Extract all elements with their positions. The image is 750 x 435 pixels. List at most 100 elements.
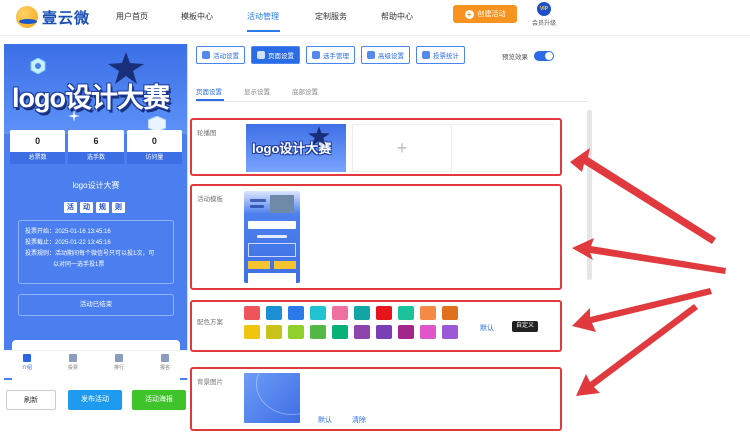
rules-char: 活 (64, 202, 77, 213)
preview-actions: 刷新 发布活动 活动海报 (0, 390, 190, 410)
color-swatch[interactable] (376, 325, 392, 339)
bar-chart-icon (422, 51, 430, 59)
color-swatch[interactable] (310, 306, 326, 320)
page-settings-button[interactable]: 页面设置 (251, 46, 300, 64)
poster-button[interactable]: 活动海报 (132, 390, 186, 410)
color-scheme-label: 配色方案 (197, 319, 223, 326)
color-swatch[interactable] (398, 325, 414, 339)
color-swatch[interactable] (376, 306, 392, 320)
template-label: 活动模板 (197, 196, 223, 203)
subtab-active-indicator (196, 99, 224, 101)
carousel-empty-slot (454, 124, 554, 172)
players-manage-button[interactable]: 选手管理 (306, 46, 355, 64)
create-activity-button[interactable]: + 创建活动 (453, 5, 517, 23)
refresh-button[interactable]: 刷新 (6, 390, 56, 410)
background-section: 背景图片 默认 清除 (190, 367, 562, 431)
template-line (257, 235, 287, 238)
background-clear-link[interactable]: 清除 (352, 415, 366, 425)
template-thumbnail[interactable] (244, 191, 300, 283)
template-button (274, 261, 296, 269)
color-swatch[interactable] (420, 325, 436, 339)
stat-visits: 0 访问量 (126, 130, 182, 164)
background-default-link[interactable]: 默认 (318, 415, 332, 425)
tab-intro[interactable]: 介绍 (4, 351, 50, 378)
tab-vote[interactable]: 投票 (50, 351, 96, 378)
rules-box: 投票开始：2025-01-16 13:45:16 投票截止：2025-01-22… (18, 220, 174, 284)
button-label: 高级设置 (378, 53, 404, 60)
flag-icon (69, 354, 77, 362)
stat-value: 0 (151, 136, 157, 146)
stat-label: 选手数 (68, 152, 124, 164)
nav-item-templates[interactable]: 模板中心 (181, 11, 213, 22)
color-swatch[interactable] (332, 325, 348, 339)
bar-chart-icon (115, 354, 123, 362)
color-swatch[interactable] (266, 325, 282, 339)
nav-item-custom[interactable]: 定制服务 (315, 11, 347, 22)
vote-stats-button[interactable]: 投票统计 (416, 46, 465, 64)
users-icon (312, 51, 320, 59)
color-swatch[interactable] (244, 306, 260, 320)
color-swatch[interactable] (288, 325, 304, 339)
app-root: 壹云微 用户首页 模板中心 活动管理 定制服务 帮助中心 + 创建活动 VIP … (0, 0, 750, 435)
brand-logo[interactable]: 壹云微 (16, 6, 90, 28)
nav-item-help[interactable]: 帮助中心 (381, 11, 413, 22)
tab-ranking[interactable]: 排行 (96, 351, 142, 378)
button-label: 投票统计 (433, 53, 459, 60)
carousel-image[interactable]: logo设计大赛 (246, 124, 346, 172)
color-swatch[interactable] (442, 306, 458, 320)
vote-rule-cont: 以对同一选手投1票 (53, 262, 105, 268)
template-button (248, 261, 270, 269)
vip-icon: VIP (537, 2, 551, 16)
stat-value: 6 (93, 136, 99, 146)
color-swatch[interactable] (332, 306, 348, 320)
signup-icon (161, 354, 169, 362)
tab-signup[interactable]: 报名 (142, 351, 188, 378)
publish-button[interactable]: 发布活动 (68, 390, 122, 410)
tab-label: 投票 (67, 365, 78, 371)
subtab-display[interactable]: 显示设置 (244, 86, 270, 96)
plus-icon: + (464, 9, 474, 19)
activity-ended-banner: 活动已结束 (18, 294, 174, 316)
activity-settings-button[interactable]: 活动设置 (196, 46, 245, 64)
rules-char: 规 (96, 202, 109, 213)
vip-upgrade[interactable]: VIP 会员升级 (526, 2, 562, 27)
color-swatch[interactable] (244, 325, 260, 339)
stat-label: 总票数 (10, 152, 66, 164)
create-activity-label: 创建活动 (477, 11, 506, 18)
advanced-settings-button[interactable]: 高级设置 (361, 46, 410, 64)
template-tabbar (248, 273, 296, 283)
arrow-icon (572, 238, 726, 274)
color-swatch[interactable] (288, 306, 304, 320)
preview-effect-toggle[interactable]: 预览效果 (502, 51, 554, 61)
subtab-footer[interactable]: 底部设置 (292, 86, 318, 96)
background-image[interactable] (244, 373, 300, 423)
sliders-icon (367, 51, 375, 59)
color-swatch[interactable] (354, 306, 370, 320)
star-icon (308, 126, 330, 146)
nav-item-activity[interactable]: 活动管理 (247, 11, 279, 22)
color-swatch[interactable] (310, 325, 326, 339)
toggle-switch[interactable] (534, 51, 554, 61)
rules-char: 则 (112, 202, 125, 213)
add-carousel-button[interactable]: + (352, 124, 452, 172)
tab-label: 报名 (159, 365, 170, 371)
logo-sticker-icon (30, 58, 46, 74)
color-swatch[interactable] (442, 325, 458, 339)
subtab-page[interactable]: 页面设置 (196, 86, 222, 96)
nav-item-home[interactable]: 用户首页 (116, 11, 148, 22)
carousel-section: 轮播图 logo设计大赛 + (190, 118, 562, 176)
template-photo (270, 195, 294, 213)
color-swatch[interactable] (420, 306, 436, 320)
template-title-line (250, 199, 266, 202)
button-label: 页面设置 (268, 53, 294, 60)
vote-end: 投票截止：2025-01-22 13:45:16 (25, 240, 111, 246)
color-swatch[interactable] (354, 325, 370, 339)
default-color-link[interactable]: 默认 (480, 323, 494, 333)
color-scheme-section: 配色方案 默认 自定义 (190, 300, 562, 352)
stat-value: 0 (35, 136, 41, 146)
mobile-preview: logo设计大赛 0 总票数 6 选手数 0 访问量 logo设计大赛 活 动 … (4, 44, 188, 380)
custom-color-button[interactable]: 自定义 (512, 321, 539, 332)
color-swatch[interactable] (266, 306, 282, 320)
color-swatch[interactable] (398, 306, 414, 320)
background-actions: 默认 清除 (318, 415, 366, 425)
